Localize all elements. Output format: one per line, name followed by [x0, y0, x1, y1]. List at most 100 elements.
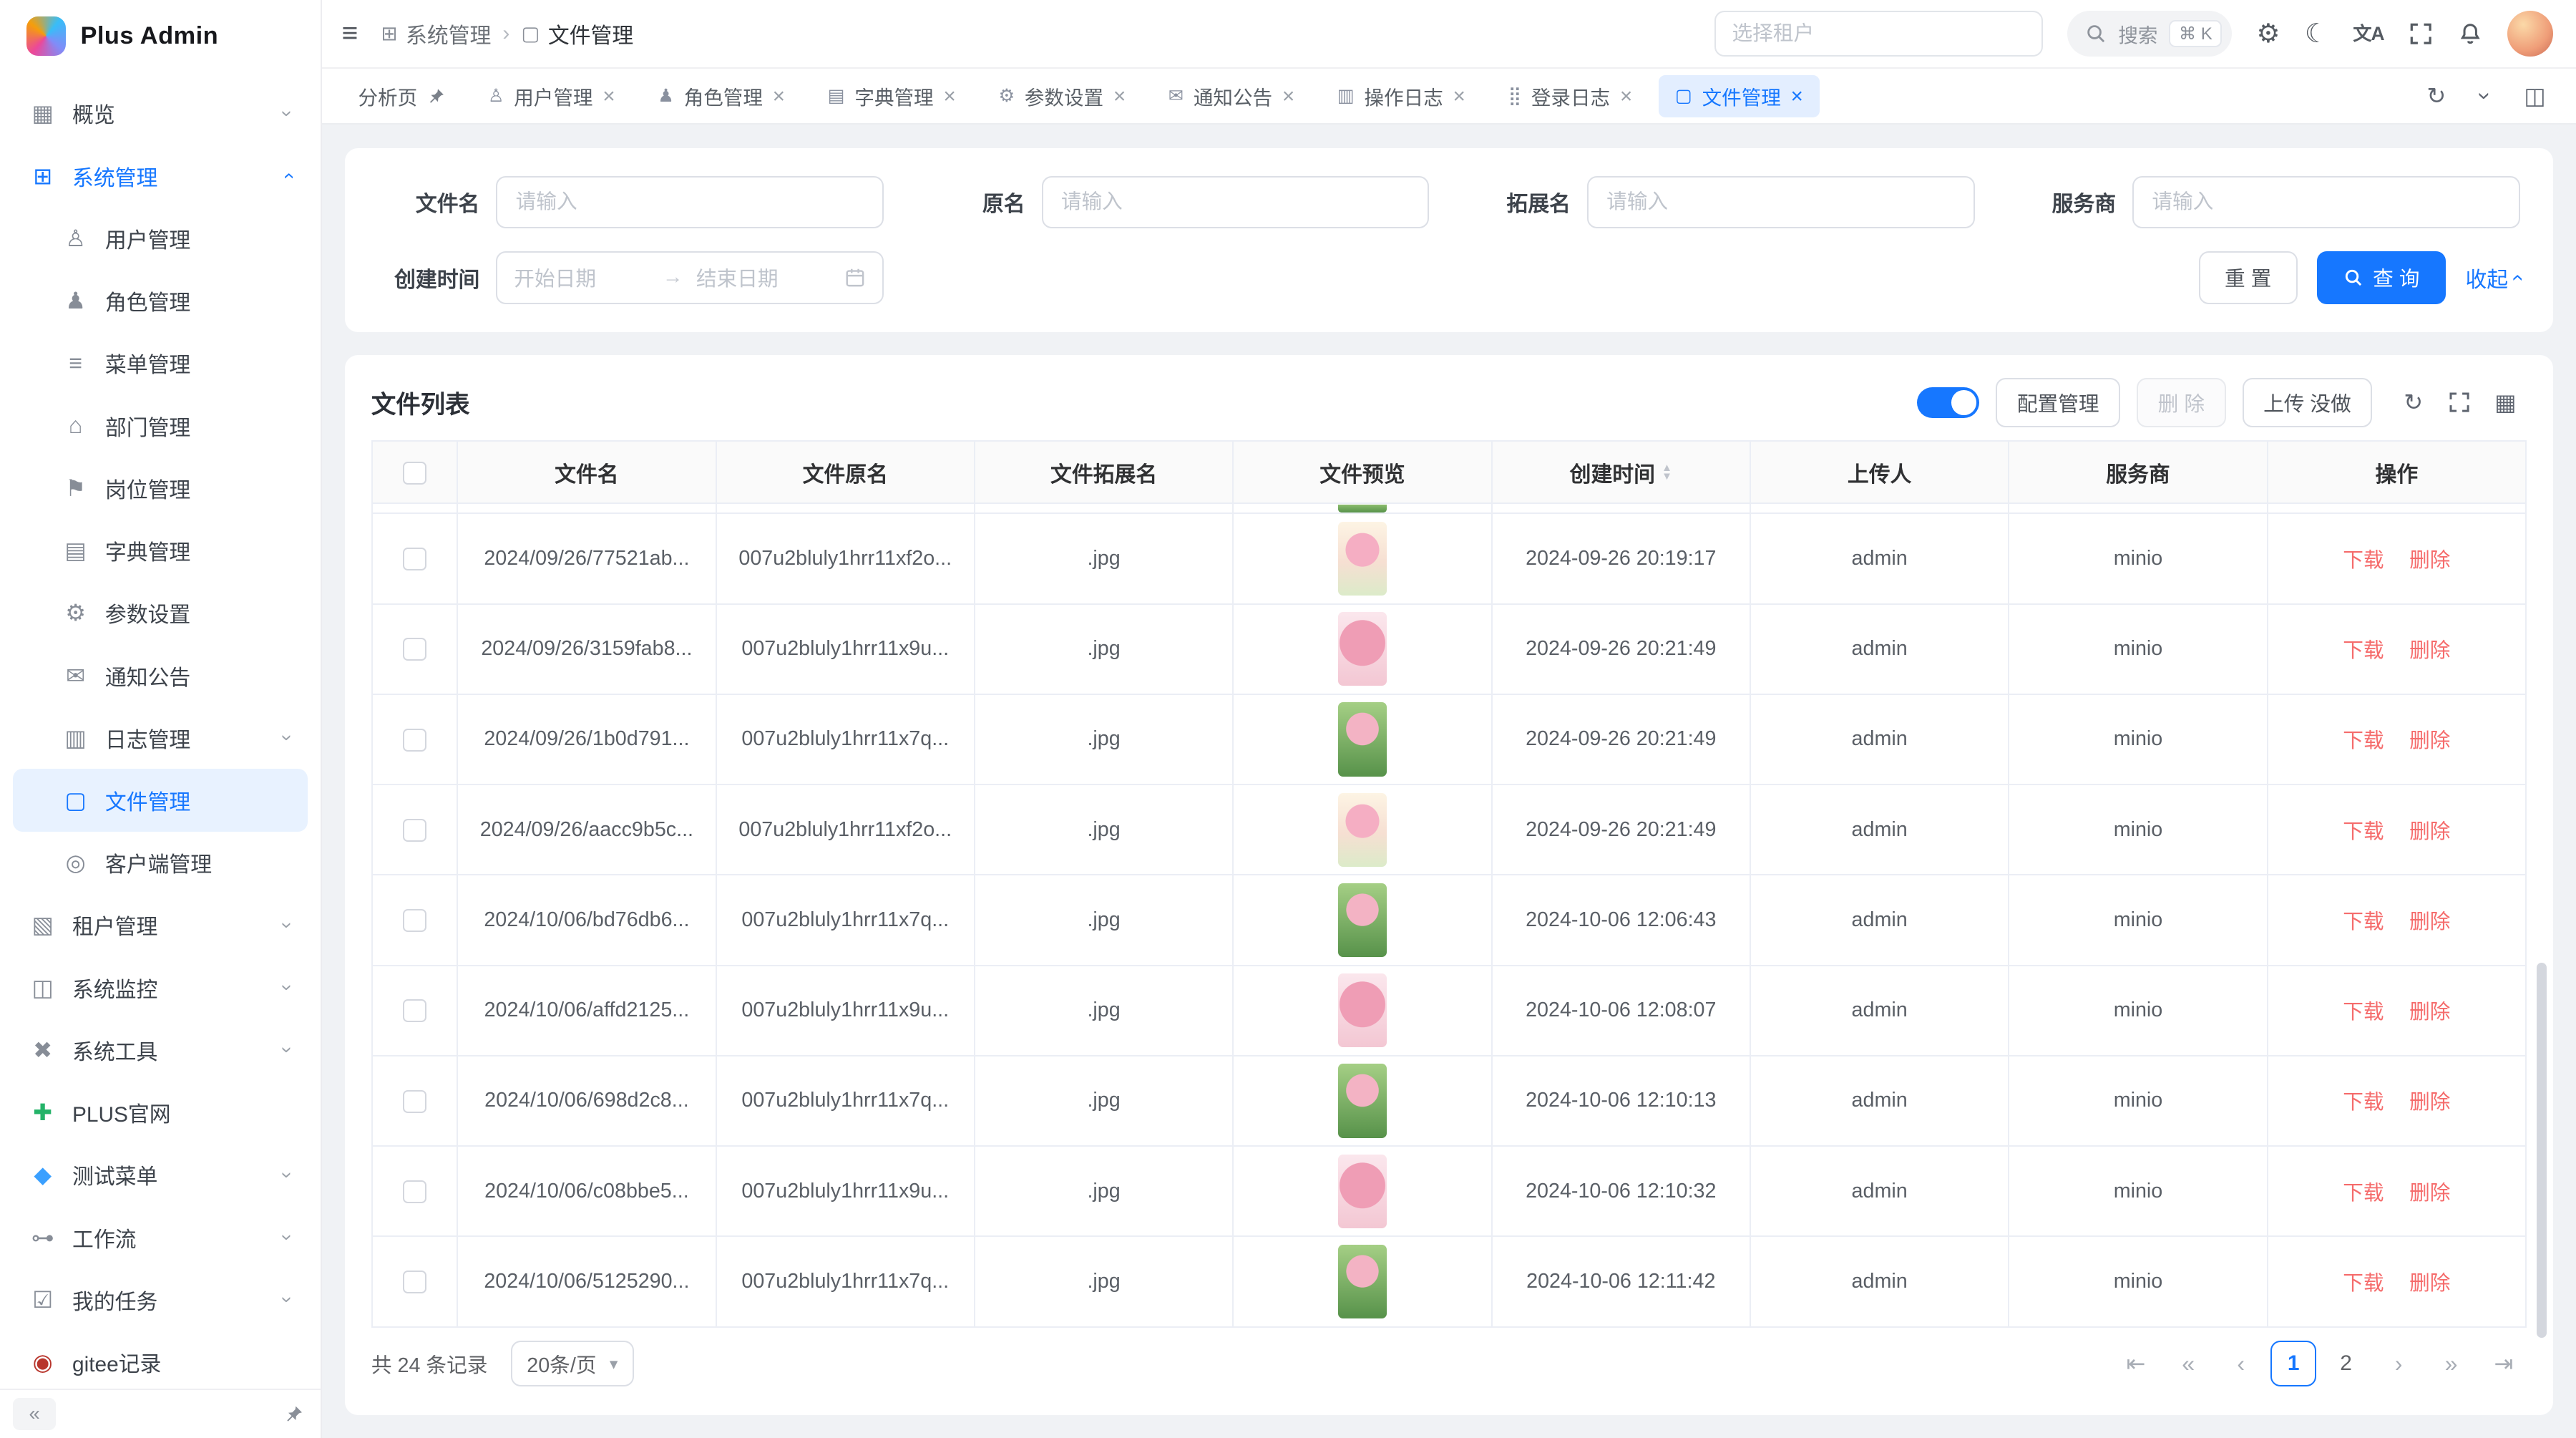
tab-close-icon[interactable]: ×: [602, 86, 615, 107]
dark-mode-moon-icon[interactable]: ☾: [2305, 21, 2328, 47]
filter-input[interactable]: [1042, 176, 1430, 228]
delete-link[interactable]: 删除: [2409, 1091, 2450, 1114]
sidebar-item[interactable]: ⊞ 系统管理 ›: [13, 145, 307, 207]
sidebar-item[interactable]: ▧ 租户管理 ›: [13, 894, 307, 956]
sidebar-item[interactable]: ◆ 测试菜单 ›: [13, 1144, 307, 1206]
last-page-button[interactable]: ⇥: [2481, 1341, 2527, 1386]
download-link[interactable]: 下载: [2343, 549, 2384, 572]
reset-button[interactable]: 重 置: [2199, 251, 2298, 303]
fullscreen-table-icon[interactable]: [2438, 382, 2481, 424]
delete-link[interactable]: 删除: [2409, 729, 2450, 752]
download-link[interactable]: 下载: [2343, 910, 2384, 933]
row-checkbox[interactable]: [403, 1180, 426, 1203]
sidebar-item[interactable]: ♙ 用户管理 ›: [13, 207, 307, 269]
upload-button[interactable]: 上传 没做: [2243, 378, 2373, 427]
tab-close-icon[interactable]: ×: [1620, 86, 1632, 107]
select-all-checkbox[interactable]: [403, 462, 426, 485]
tab[interactable]: ✉ 通知公告 ×: [1152, 75, 1311, 118]
hamburger-menu-icon[interactable]: ≡: [342, 18, 358, 49]
delete-link[interactable]: 删除: [2409, 549, 2450, 572]
image-preview[interactable]: [1338, 702, 1387, 776]
forward-pages-button[interactable]: »: [2428, 1341, 2474, 1386]
row-checkbox[interactable]: [403, 729, 426, 752]
sort-icon[interactable]: ▲▼: [1662, 464, 1672, 480]
user-avatar[interactable]: [2507, 11, 2553, 57]
sidebar-item[interactable]: ▢ 文件管理 ›: [13, 769, 307, 831]
image-preview[interactable]: [1338, 1245, 1387, 1318]
download-link[interactable]: 下载: [2343, 729, 2384, 752]
breadcrumb-system[interactable]: ⊞ 系统管理: [381, 18, 491, 49]
tenant-select-input[interactable]: [1714, 11, 2043, 57]
image-preview[interactable]: [1338, 883, 1387, 957]
toggle-switch[interactable]: [1917, 387, 1979, 419]
tab[interactable]: ▥ 操作日志 ×: [1321, 75, 1482, 118]
global-search[interactable]: 搜索 ⌘ K: [2067, 11, 2232, 57]
tab-close-icon[interactable]: ×: [1791, 86, 1803, 107]
image-preview[interactable]: [1338, 612, 1387, 686]
sidebar-item[interactable]: ≡ 菜单管理 ›: [13, 332, 307, 394]
column-settings-icon[interactable]: ▦: [2484, 382, 2527, 424]
sidebar-item[interactable]: ▥ 日志管理 ›: [13, 706, 307, 769]
tab[interactable]: 分析页 ×: [342, 75, 462, 118]
image-preview[interactable]: [1338, 1155, 1387, 1228]
sidebar-item[interactable]: ◫ 系统监控 ›: [13, 956, 307, 1019]
back-pages-button[interactable]: «: [2165, 1341, 2211, 1386]
delete-link[interactable]: 删除: [2409, 820, 2450, 843]
sidebar-item[interactable]: ✉ 通知公告 ›: [13, 644, 307, 706]
sidebar-collapse-button[interactable]: «: [13, 1398, 56, 1431]
collapse-filters-link[interactable]: 收起 ›: [2465, 262, 2519, 293]
tab[interactable]: ▢ 文件管理 ×: [1659, 75, 1820, 118]
pin-sidebar-icon[interactable]: [284, 1404, 304, 1424]
row-checkbox[interactable]: [403, 999, 426, 1022]
sidebar-item[interactable]: ✖ 系统工具 ›: [13, 1019, 307, 1081]
tab-close-icon[interactable]: ×: [1113, 86, 1126, 107]
tab-menu-chevron-icon[interactable]: ›: [2464, 75, 2507, 118]
delete-link[interactable]: 删除: [2409, 639, 2450, 662]
sidebar-item[interactable]: ⚙ 参数设置 ›: [13, 582, 307, 644]
tab-close-icon[interactable]: ×: [1453, 86, 1465, 107]
page-size-select[interactable]: 20条/页 ▾: [511, 1341, 634, 1386]
delete-link[interactable]: 删除: [2409, 1001, 2450, 1024]
settings-gear-icon[interactable]: ⚙: [2256, 21, 2280, 47]
sidebar-item[interactable]: ☑ 我的任务 ›: [13, 1268, 307, 1331]
tab-close-icon[interactable]: ×: [943, 86, 955, 107]
delete-link[interactable]: 删除: [2409, 1272, 2450, 1295]
tab[interactable]: ♟ 角色管理 ×: [641, 75, 801, 118]
refresh-table-icon[interactable]: ↻: [2392, 382, 2435, 424]
refresh-tab-icon[interactable]: ↻: [2415, 75, 2458, 118]
download-link[interactable]: 下载: [2343, 1091, 2384, 1114]
search-button[interactable]: 查 询: [2317, 251, 2446, 303]
row-checkbox[interactable]: [403, 638, 426, 661]
tab-close-icon[interactable]: ×: [1282, 86, 1294, 107]
sidebar-item[interactable]: ◉ gitee记录 ›: [13, 1331, 307, 1389]
row-checkbox[interactable]: [403, 1271, 426, 1293]
image-preview[interactable]: [1338, 522, 1387, 596]
download-link[interactable]: 下载: [2343, 639, 2384, 662]
page-number-button[interactable]: 1: [2270, 1341, 2316, 1386]
notifications-bell-icon[interactable]: [2458, 21, 2482, 46]
sidebar-item[interactable]: ⌂ 部门管理 ›: [13, 394, 307, 457]
breadcrumb-files[interactable]: ▢ 文件管理: [521, 18, 633, 49]
tab[interactable]: ▤ 字典管理 ×: [811, 75, 972, 118]
filter-input[interactable]: [1587, 176, 1975, 228]
tab[interactable]: ⣿ 登录日志 ×: [1492, 75, 1649, 118]
sidebar-item[interactable]: ✚ PLUS官网 ›: [13, 1082, 307, 1144]
filter-input[interactable]: [496, 176, 884, 228]
sidebar-item[interactable]: ▤ 字典管理 ›: [13, 519, 307, 581]
sidebar-item[interactable]: ⊶ 工作流 ›: [13, 1206, 307, 1268]
image-preview[interactable]: [1338, 793, 1387, 867]
tab-close-icon[interactable]: ×: [773, 86, 785, 107]
download-link[interactable]: 下载: [2343, 1182, 2384, 1205]
table-scrollbar-thumb[interactable]: [2537, 963, 2547, 1337]
filter-input[interactable]: [2132, 176, 2520, 228]
create-time-range-picker[interactable]: 开始日期 → 结束日期: [496, 251, 884, 303]
delete-button[interactable]: 删 除: [2137, 378, 2225, 427]
page-number-button[interactable]: 2: [2323, 1341, 2368, 1386]
download-link[interactable]: 下载: [2343, 1001, 2384, 1024]
next-page-button[interactable]: ›: [2376, 1341, 2421, 1386]
tab[interactable]: ⚙ 参数设置 ×: [982, 75, 1143, 118]
delete-link[interactable]: 删除: [2409, 1182, 2450, 1205]
prev-page-button[interactable]: ‹: [2218, 1341, 2264, 1386]
sidebar-item[interactable]: ♟ 角色管理 ›: [13, 269, 307, 331]
sidebar-item[interactable]: ▦ 概览 ›: [13, 82, 307, 145]
